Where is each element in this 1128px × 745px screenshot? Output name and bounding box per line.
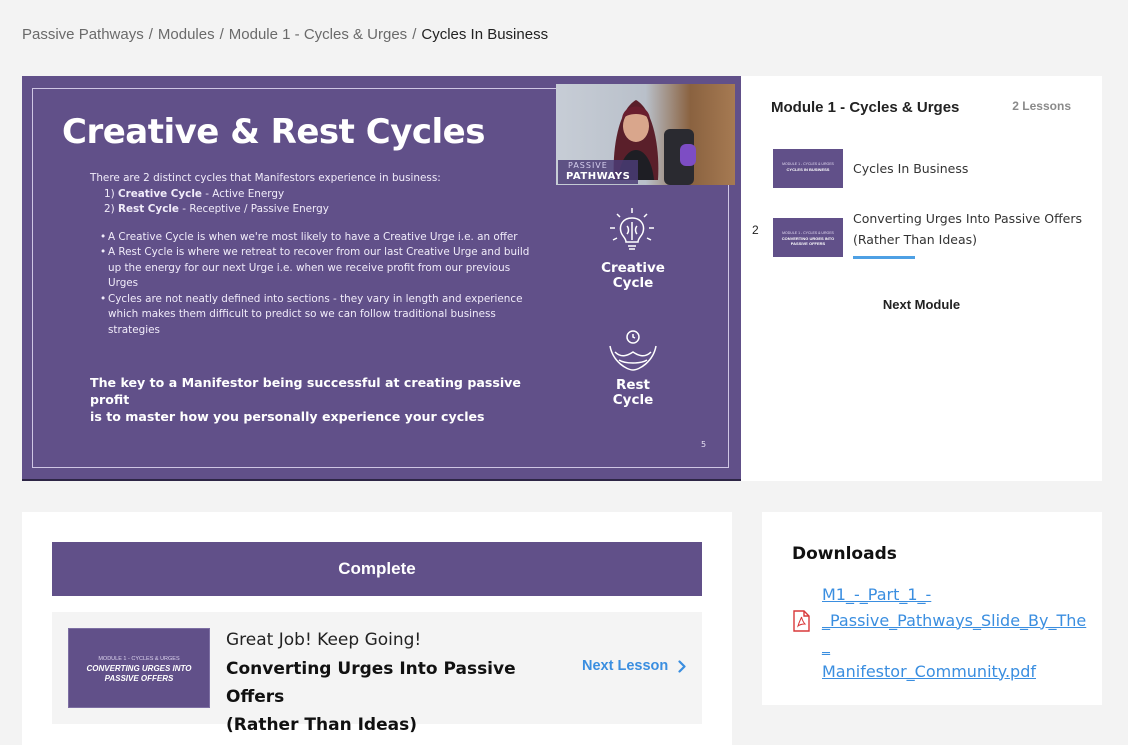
module-title: Module 1 - Cycles & Urges [771,99,960,116]
key-line: is to master how you personally experien… [90,409,485,424]
lesson-progress-bar [853,256,915,259]
webcam-logo-top: PASSIVE [568,161,608,170]
lesson-index: 2 [752,223,759,237]
label-line: Creative [601,260,665,276]
file-name-line: M1_-_Part_1_- [822,585,932,604]
slide-intro: There are 2 distinct cycles that Manifes… [90,172,441,184]
thumb-caption: MODULE 1 - CYCLES & URGES [782,231,834,235]
thumb-title: CONVERTING URGES INTO PASSIVE OFFERS [69,664,209,684]
cycle-number: 1) [104,187,115,200]
next-lesson-card[interactable]: MODULE 1 - CYCLES & URGES CONVERTING URG… [52,612,702,735]
thumb-title-line: CONVERTING URGES INTO [86,664,192,673]
webcam-microphone [680,144,696,166]
encouragement-text: Great Job! Keep Going! [226,630,422,650]
slide-bullet: A Creative Cycle is when we're most like… [90,230,540,246]
cycle-name: Creative Cycle [117,187,202,200]
lesson-label: Converting Urges Into Passive Offers (Ra… [853,208,1082,250]
title-line: (Rather Than Ideas) [226,715,417,735]
lesson-thumbnail: MODULE 1 - CYCLES & URGES CONVERTING URG… [773,218,843,257]
breadcrumb-modules[interactable]: Modules [158,26,215,43]
slide-bullets: A Creative Cycle is when we're most like… [90,230,540,339]
breadcrumb: Passive Pathways / Modules / Module 1 - Cycl… [22,26,548,43]
title-line: Converting Urges Into Passive Offers [226,659,516,707]
thumb-title: CYCLES IN BUSINESS [786,167,830,172]
next-module-link[interactable]: Next Module [741,297,1102,312]
breadcrumb-passive-pathways[interactable]: Passive Pathways [22,26,144,43]
downloads-panel: Downloads M1_-_Part_1_- _Passive_Pathway… [762,512,1102,705]
slide-key-message: The key to a Manifestor being successful… [90,374,560,425]
lesson-complete-panel: Complete MODULE 1 - CYCLES & URGES CONVE… [22,512,732,745]
next-lesson-thumbnail: MODULE 1 - CYCLES & URGES CONVERTING URG… [68,628,210,708]
next-lesson-link[interactable]: Next Lesson [582,658,686,674]
slide-bullet: A Rest Cycle is where we retreat to reco… [90,245,540,292]
creative-cycle-label: Creative Cycle [588,261,678,291]
thumb-caption: MODULE 1 - CYCLES & URGES [782,162,834,166]
lesson-item-converting-urges[interactable]: 2 MODULE 1 - CYCLES & URGES CONVERTING U… [741,209,1102,265]
file-name-line: Manifestor_Community.pdf [822,661,1036,681]
presenter-webcam: PASSIVE PATHWAYS [556,84,735,185]
slide-title: Creative & Rest Cycles [62,112,485,152]
breadcrumb-separator: / [148,26,153,43]
thumb-caption: MODULE 1 - CYCLES & URGES [98,656,180,662]
lesson-label: Cycles In Business [853,161,969,176]
cycle-name: Rest Cycle [117,203,179,215]
thumb-title-line: PASSIVE OFFERS [104,674,174,683]
next-lesson-title: Converting Urges Into Passive Offers (Ra… [226,655,546,739]
lesson-count: 2 Lessons [1012,99,1071,113]
lesson-item-cycles-in-business[interactable]: MODULE 1 - CYCLES & URGES CYCLES IN BUSI… [741,149,1102,189]
breadcrumb-module-1[interactable]: Module 1 - Cycles & Urges [229,26,407,43]
cycle-number: 2) [104,203,115,215]
lightbulb-brain-icon [610,208,654,250]
label-line: Converting Urges Into Passive Offers [853,211,1083,226]
lesson-video-player[interactable]: Creative & Rest Cycles There are 2 disti… [22,76,741,481]
lesson-thumbnail: MODULE 1 - CYCLES & URGES CYCLES IN BUSI… [773,149,843,188]
pdf-download-link[interactable]: M1_-_Part_1_- _Passive_Pathways_Slide_By… [822,582,1092,684]
file-name-line: _Passive_Pathways_Slide_By_The_ [822,610,1087,656]
cycle-desc: - Active Energy [205,187,285,200]
next-lesson-label: Next Lesson [582,658,669,674]
label-line: Cycle [612,275,654,291]
downloads-title: Downloads [792,544,897,564]
complete-button[interactable]: Complete [52,542,702,596]
label-line: Cycle [612,392,654,408]
label-line: (Rather Than Ideas) [853,232,978,247]
slide-bullet: Cycles are not neatly defined into secti… [90,292,540,339]
rest-cycle-label: Rest Cycle [588,378,678,408]
slide-cycle-1: 1) Creative Cycle - Active Energy [90,187,540,203]
webcam-logo-bottom: PATHWAYS [566,171,631,182]
slide-cycle-2: 2) Rest Cycle - Receptive / Passive Ener… [90,202,540,218]
cycle-desc: - Receptive / Passive Energy [182,203,329,215]
pdf-file-icon [793,610,810,632]
breadcrumb-separator: / [412,26,417,43]
breadcrumb-current: Cycles In Business [421,26,549,43]
breadcrumb-separator: / [219,26,224,43]
slide-body: There are 2 distinct cycles that Manifes… [90,171,540,338]
label-line: Rest [615,377,651,393]
chevron-right-icon [678,659,686,673]
slide-page-number: 5 [701,440,707,449]
module-lessons-panel: Module 1 - Cycles & Urges 2 Lessons MODU… [741,76,1102,481]
key-line: The key to a Manifestor being successful… [90,375,521,407]
resting-hands-icon [609,330,657,371]
thumb-title: CONVERTING URGES INTO PASSIVE OFFERS [781,236,835,246]
